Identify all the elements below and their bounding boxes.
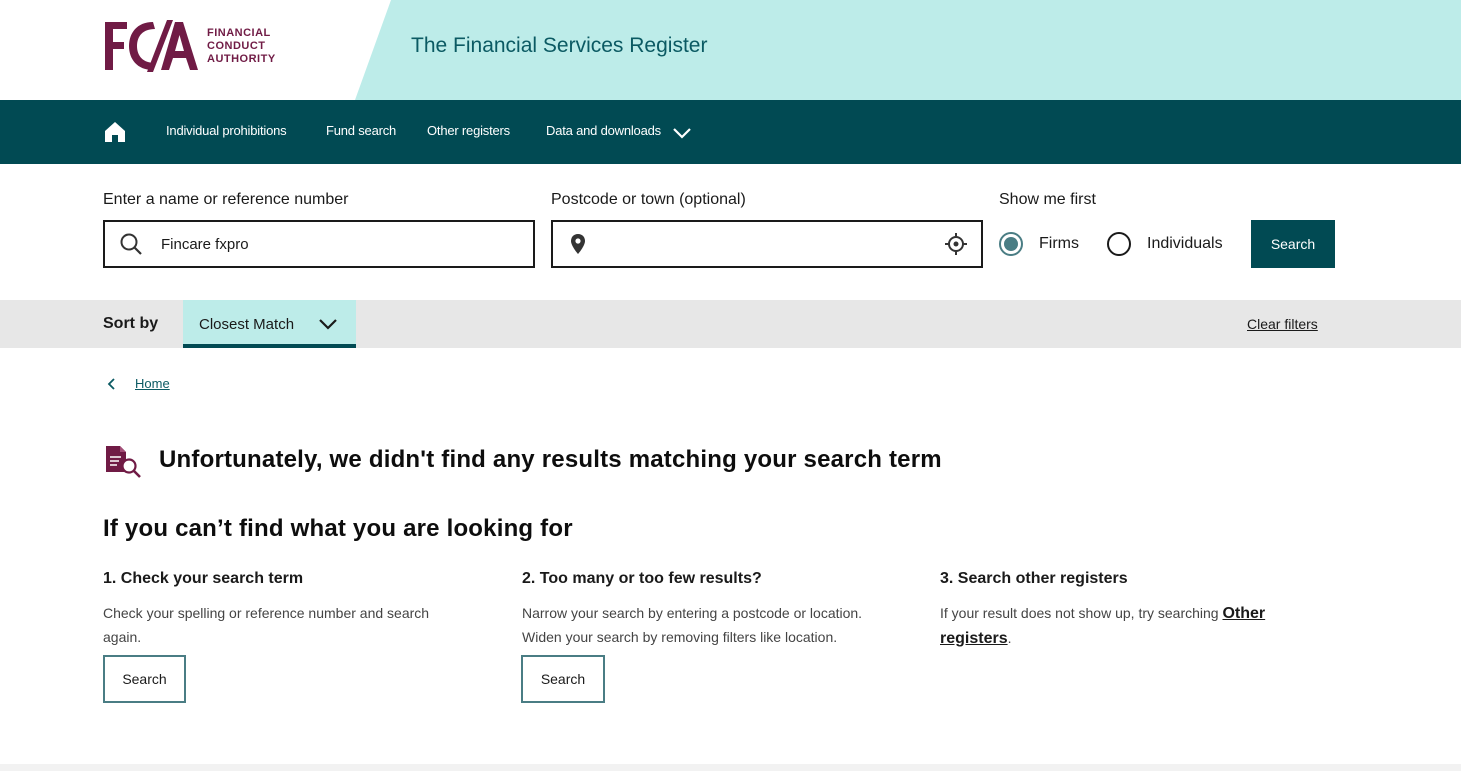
firms-radio-label[interactable]: Firms [1039, 235, 1079, 253]
other-registers-link-part-1[interactable]: Other [1222, 605, 1265, 622]
sort-select-value: Closest Match [199, 316, 295, 333]
location-field-label: Postcode or town (optional) [551, 191, 746, 208]
name-field[interactable] [103, 220, 535, 268]
help-col-2-line-1: Narrow your search by entering a postcod… [522, 605, 863, 621]
help-col-2-line-2: Widen your search by removing filters li… [522, 629, 838, 645]
help-col-1-text: Check your spelling or reference number … [103, 601, 429, 649]
name-field-label: Enter a name or reference number [103, 191, 349, 208]
document-search-icon [106, 446, 141, 478]
search-icon [120, 233, 142, 255]
fca-logo-text: FINANCIAL CONDUCT AUTHORITY [207, 27, 276, 66]
logo-line-3: AUTHORITY [207, 52, 276, 65]
individuals-radio-label[interactable]: Individuals [1147, 235, 1223, 253]
chevron-left-icon [107, 378, 115, 390]
location-pin-icon [571, 234, 585, 254]
sort-select[interactable]: Closest Match [183, 300, 356, 348]
chevron-down-icon[interactable] [672, 126, 692, 140]
sort-bar: Sort by Closest Match [0, 300, 1461, 348]
home-icon[interactable] [103, 120, 127, 144]
search-button[interactable]: Search [1251, 220, 1335, 268]
firms-radio[interactable] [999, 232, 1023, 256]
fca-logo-mark [103, 18, 199, 74]
nav-item-individual-prohibitions[interactable]: Individual prohibitions [166, 123, 287, 138]
individuals-radio[interactable] [1107, 232, 1131, 256]
help-search-button-1[interactable]: Search [103, 655, 186, 703]
logo-line-2: CONDUCT [207, 39, 266, 52]
help-col-2-text: Narrow your search by entering a postcod… [522, 601, 862, 649]
show-me-first-label: Show me first [999, 191, 1096, 208]
clear-filters-link[interactable]: Clear filters [1247, 316, 1318, 332]
help-col-2-title: 2. Too many or too few results? [522, 570, 762, 587]
sort-by-label: Sort by [103, 315, 159, 332]
name-search-input[interactable] [161, 222, 521, 266]
help-col-1-line-1: Check your spelling or reference number … [103, 605, 430, 621]
main-nav: Individual prohibitions Fund search Othe… [0, 100, 1461, 164]
logo-line-1: FINANCIAL [207, 26, 271, 39]
help-col-1-line-2: again. [103, 629, 142, 645]
breadcrumb-home-link[interactable]: Home [135, 376, 170, 391]
crosshair-icon[interactable] [945, 233, 967, 255]
fca-logo[interactable]: FINANCIAL CONDUCT AUTHORITY [103, 18, 276, 74]
footer-divider [0, 764, 1461, 771]
help-col-3-title: 3. Search other registers [940, 570, 1128, 587]
help-heading: If you can’t find what you are looking f… [103, 515, 573, 542]
site-title[interactable]: The Financial Services Register [411, 34, 707, 58]
nav-item-fund-search[interactable]: Fund search [326, 123, 396, 138]
location-field[interactable] [551, 220, 983, 268]
other-registers-link-part-2[interactable]: registers [940, 630, 1008, 647]
location-input[interactable] [597, 222, 927, 266]
chevron-down-icon [319, 319, 337, 330]
help-col-3-period: . [1007, 630, 1012, 646]
help-col-3-line-1: If your result does not show up, try sea… [940, 605, 1223, 621]
site-header: FINANCIAL CONDUCT AUTHORITY The Financia… [0, 0, 1461, 100]
help-search-button-2[interactable]: Search [521, 655, 605, 703]
nav-item-other-registers[interactable]: Other registers [427, 123, 510, 138]
help-col-3-text: If your result does not show up, try sea… [940, 601, 1265, 651]
no-results-heading: Unfortunately, we didn't find any result… [159, 446, 942, 473]
help-col-1-title: 1. Check your search term [103, 570, 304, 587]
nav-item-data-and-downloads[interactable]: Data and downloads [546, 123, 661, 138]
